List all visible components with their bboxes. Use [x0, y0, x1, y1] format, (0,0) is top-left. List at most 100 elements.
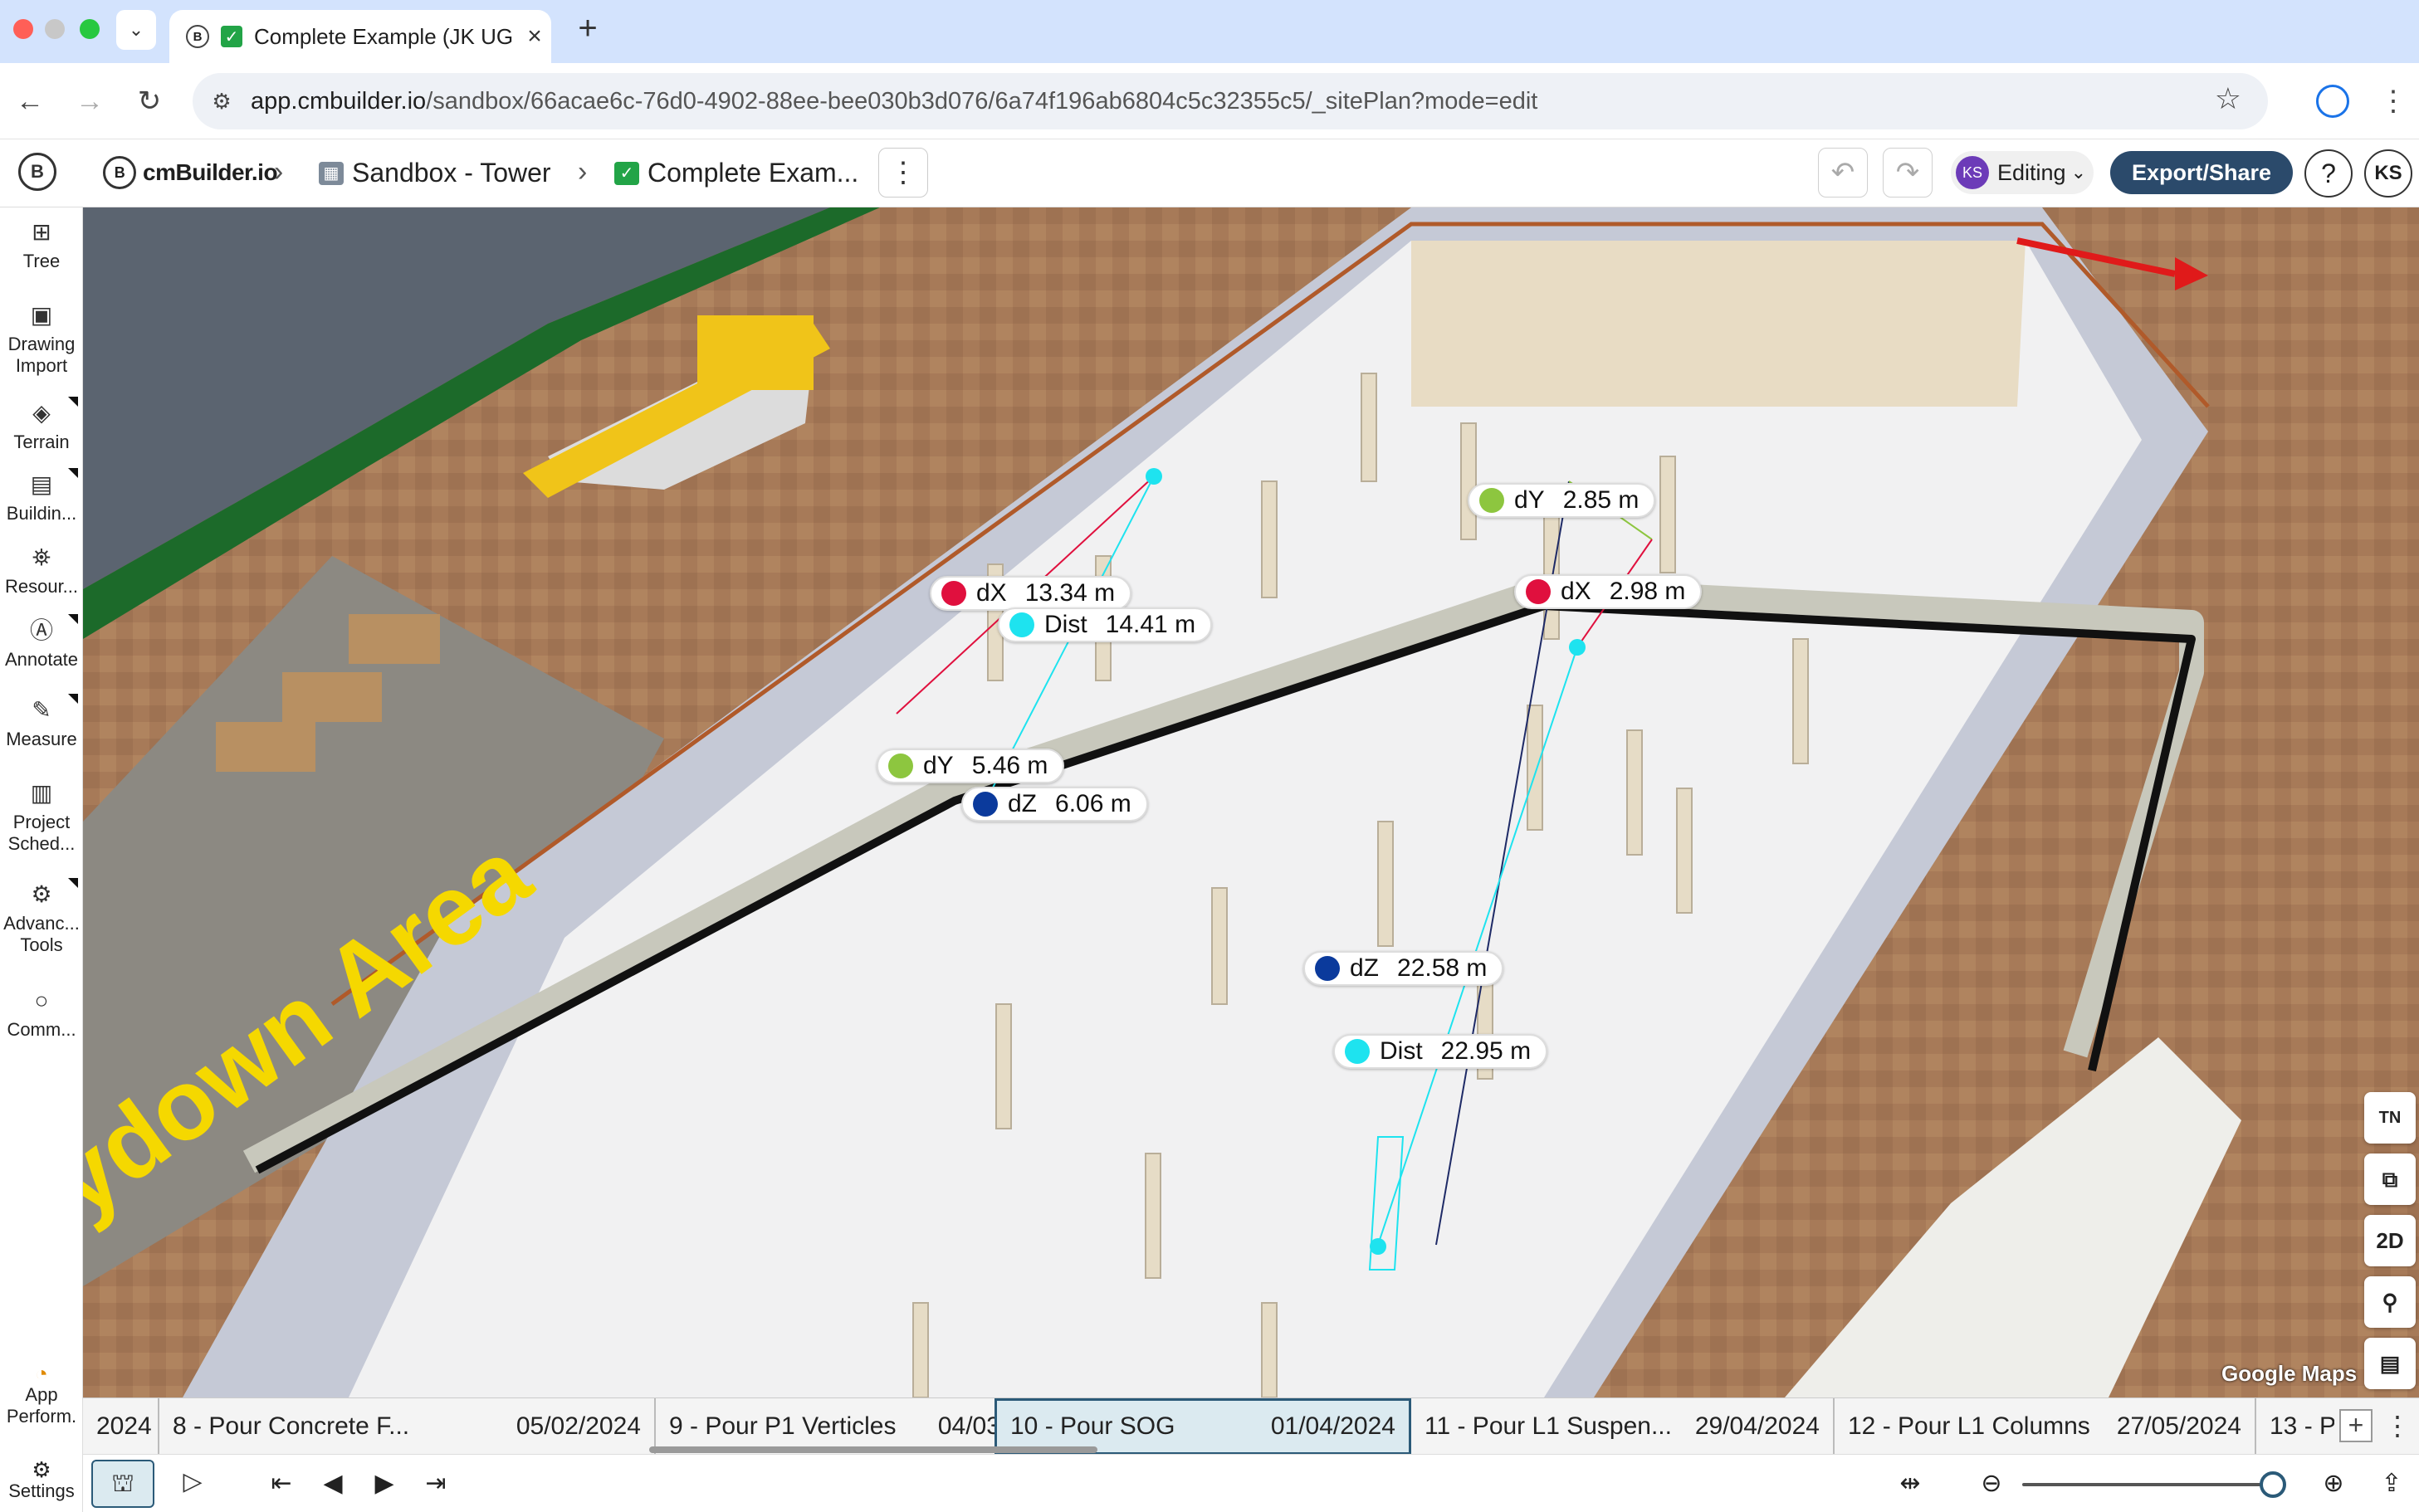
presentation-toggle[interactable]: ▷ [161, 1460, 224, 1508]
sidebar-item-project-schedule[interactable]: ▥ Project Sched... [0, 780, 83, 855]
zoom-slider-thumb[interactable] [2260, 1471, 2286, 1498]
mode-selector[interactable]: KS Editing ⌄ [1951, 151, 2094, 194]
view-cube-icon[interactable]: ⧉ [2364, 1154, 2416, 1205]
skip-to-start-button[interactable]: ⇤ [261, 1463, 302, 1505]
address-bar[interactable]: ⚙ app.cmbuilder.io/sandbox/66acae6c-76d0… [193, 73, 2268, 129]
measure-label-dz[interactable]: dZ 22.58 m [1303, 951, 1504, 986]
measure-dot [973, 792, 998, 817]
check-icon: ✓ [221, 26, 242, 47]
sidebar-item-label: Buildin... [6, 503, 77, 524]
bookmark-star-icon[interactable]: ☆ [2215, 81, 2241, 116]
timeline-item[interactable]: 12 - Pour L1 Columns 27/05/2024 [1835, 1398, 2256, 1455]
sidebar-item-resources[interactable]: ⛯ Resour... [0, 544, 83, 597]
measure-label-dy[interactable]: dY 2.85 m [1468, 483, 1656, 518]
export-timeline-button[interactable]: ⇪ [2371, 1463, 2412, 1505]
more-options-button[interactable]: ⋮ [878, 148, 928, 198]
step-back-button[interactable]: ◀ [312, 1463, 354, 1505]
measure-dot [1479, 488, 1504, 513]
new-tab-button[interactable]: + [569, 12, 606, 48]
window-maximize-button[interactable] [80, 19, 100, 39]
sidebar-item-advanced-tools[interactable]: ⚙ Advanc... Tools [0, 878, 83, 956]
tab-search-button[interactable]: ⌄ [116, 10, 156, 50]
browser-toolbar: ← → ↻ ⚙ app.cmbuilder.io/sandbox/66acae6… [0, 63, 2419, 139]
add-timeline-item-button[interactable]: + [2339, 1409, 2373, 1442]
measure-label-dist[interactable]: Dist 14.41 m [998, 607, 1213, 642]
breadcrumb-project[interactable]: ▦ Sandbox - Tower [319, 158, 551, 188]
browser-tab[interactable]: B ✓ Complete Example (JK UG × [169, 10, 551, 63]
measure-label-dz[interactable]: dZ 6.06 m [961, 787, 1148, 822]
timeline-item[interactable]: 2024 [83, 1398, 159, 1455]
url-text: app.cmbuilder.io/sandbox/66acae6c-76d0-4… [251, 87, 1538, 115]
chevron-right-icon: › [578, 156, 588, 188]
measure-value: 2.85 m [1562, 486, 1640, 514]
timeline-item[interactable]: 13 - P [2256, 1398, 2334, 1455]
profile-icon[interactable] [2316, 85, 2349, 118]
sidebar-item-label: Resour... [4, 576, 79, 597]
measure-dot [888, 754, 913, 778]
window-minimize-button[interactable] [45, 19, 65, 39]
sidebar-item-drawing-import[interactable]: ▣ Drawing Import [0, 302, 83, 377]
redo-button[interactable]: ↷ [1883, 148, 1933, 198]
fit-width-button[interactable]: ⇹ [1889, 1463, 1931, 1505]
sidebar-item-label: Measure [6, 729, 77, 749]
browser-menu-icon[interactable]: ⋮ [2379, 78, 2407, 124]
sidebar-item-annotate[interactable]: Ⓐ Annotate [0, 614, 83, 671]
expand-indicator [68, 614, 78, 624]
measure-axis: Dist [1380, 1037, 1423, 1065]
zoom-out-button[interactable]: ⊖ [1971, 1463, 2012, 1505]
timeline-item[interactable]: 8 - Pour Concrete F... 05/02/2024 [159, 1398, 656, 1455]
timeline-item-date: 27/05/2024 [2116, 1412, 2241, 1440]
zoom-in-button[interactable]: ⊕ [2313, 1463, 2354, 1505]
reload-button[interactable]: ↻ [130, 81, 169, 121]
measure-value: 22.95 m [1440, 1037, 1532, 1065]
measure-label-dy[interactable]: dY 5.46 m [877, 749, 1065, 783]
crane-view-toggle[interactable]: ⛫ [91, 1460, 154, 1508]
zoom-slider-track[interactable] [2022, 1483, 2270, 1486]
undo-button[interactable]: ↶ [1818, 148, 1868, 198]
timeline-scrollbar[interactable] [649, 1446, 1097, 1453]
sidebar-item-label: Tree [22, 251, 61, 271]
2d-toggle-button[interactable]: 2D [2364, 1215, 2416, 1266]
app-performance-button[interactable]: ◔ App Perform. [0, 1363, 83, 1427]
forward-button[interactable]: → [70, 81, 110, 121]
sun-position-icon[interactable]: ⚲ [2364, 1276, 2416, 1328]
brand-logo[interactable]: B cmBuilder.io [103, 156, 278, 189]
settings-label: Settings [8, 1480, 75, 1501]
skip-to-end-button[interactable]: ⇥ [415, 1463, 457, 1505]
back-button[interactable]: ← [10, 81, 50, 121]
app-logo[interactable]: B [18, 153, 56, 191]
sidebar-item-label: Terrain [13, 432, 70, 452]
play-button[interactable]: ▶ [364, 1463, 405, 1505]
user-avatar-button[interactable]: KS [2364, 149, 2412, 198]
measure-label-dx[interactable]: dX 13.34 m [930, 576, 1132, 611]
sidebar-item-measure[interactable]: ✎ Measure [0, 694, 83, 750]
settings-button[interactable]: ⚙ Settings [0, 1459, 83, 1502]
window-close-button[interactable] [13, 19, 33, 39]
layers-color-icon[interactable]: ▤ [2364, 1338, 2416, 1389]
sidebar-item-label: Comm... [7, 1019, 76, 1040]
zoom-in-icon: ⊕ [2323, 1470, 2344, 1497]
breadcrumb-model-label: Complete Exam... [648, 158, 859, 188]
schedule-icon: ▥ [30, 780, 53, 806]
tree-icon: ⊞ [32, 219, 51, 245]
sidebar-item-building[interactable]: ▤ Buildin... [0, 468, 83, 524]
measure-label-dist[interactable]: Dist 22.95 m [1333, 1034, 1548, 1069]
close-icon[interactable]: × [518, 22, 551, 51]
export-share-button[interactable]: Export/Share [2110, 151, 2293, 194]
sidebar-item-comments[interactable]: ○ Comm... [0, 988, 83, 1041]
timeline-item-name: 12 - Pour L1 Columns [1848, 1412, 2090, 1440]
timeline-item[interactable]: 11 - Pour L1 Suspen... 29/04/2024 [1411, 1398, 1835, 1455]
3d-viewport[interactable]: ydown Area dY 2.85 m dX 13.34 m dX 2.98 … [83, 207, 2419, 1397]
breadcrumb-model[interactable]: ✓ Complete Exam... [614, 158, 858, 188]
measure-axis: dX [976, 579, 1007, 607]
timeline-more-icon[interactable]: ⋮ [2384, 1409, 2411, 1442]
sidebar-item-terrain[interactable]: ◈ Terrain [0, 397, 83, 453]
measure-label-dx[interactable]: dX 2.98 m [1514, 574, 1703, 609]
site-info-icon[interactable]: ⚙ [193, 89, 251, 115]
help-button[interactable]: ? [2304, 149, 2353, 198]
true-north-button[interactable]: TN [2364, 1092, 2416, 1144]
image-icon: ▣ [30, 302, 53, 328]
brand-icon: B [103, 156, 136, 189]
play-screen-icon: ▷ [183, 1468, 203, 1495]
sidebar-item-tree[interactable]: ⊞ Tree [0, 219, 83, 272]
